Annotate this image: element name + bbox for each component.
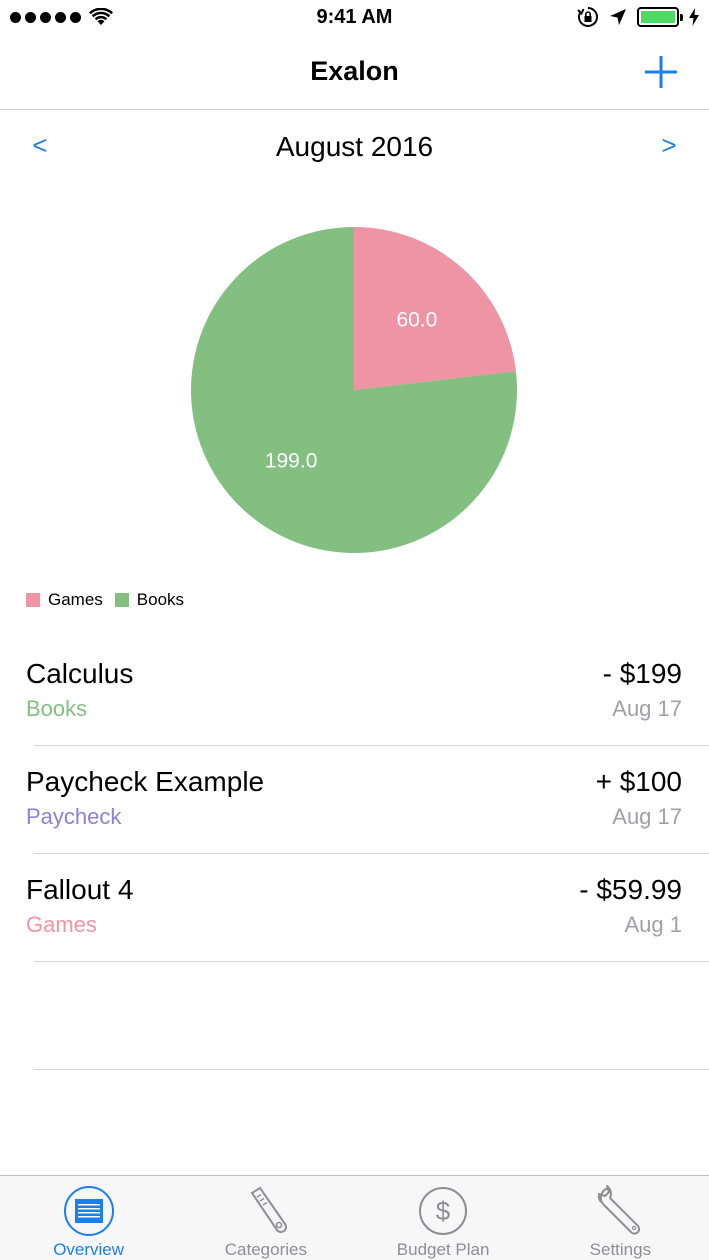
app-screen: 9:41 AM Exalon < August 2016 > 60.0 199.… [0, 0, 709, 1260]
legend-swatch [26, 593, 40, 607]
legend-label: Games [48, 590, 103, 609]
transaction-category: Paycheck [26, 804, 122, 829]
transaction-category: Games [26, 912, 97, 937]
location-arrow-icon [610, 9, 626, 25]
transaction-date: Aug 1 [624, 912, 683, 937]
pie-value-label: 60.0 [396, 308, 437, 331]
svg-text:$: $ [436, 1196, 451, 1226]
transaction-name: Paycheck Example [26, 766, 265, 797]
transaction-date: Aug 17 [612, 804, 682, 829]
tab-label: Budget Plan [396, 1240, 490, 1259]
transaction-date: Aug 17 [612, 696, 682, 721]
month-label: August 2016 [275, 131, 434, 162]
legend-item: Games [26, 590, 103, 610]
tag-icon [250, 1186, 287, 1233]
plus-icon [645, 56, 677, 88]
next-month-button[interactable]: > [649, 130, 689, 161]
transaction-row[interactable]: Calculus Books - $199 Aug 17 [0, 638, 709, 746]
tab-settings[interactable]: Settings [532, 1176, 709, 1260]
legend-label: Books [136, 590, 185, 609]
tab-overview[interactable]: Overview [0, 1176, 177, 1260]
transaction-amount: - $199 [602, 658, 682, 689]
empty-list-row [0, 1070, 709, 1178]
battery-level [641, 11, 675, 23]
status-bar: 9:41 AM [0, 0, 709, 36]
status-right [577, 6, 699, 28]
tab-label: Overview [53, 1240, 125, 1259]
transaction-amount: + $100 [595, 766, 682, 797]
rotation-lock-icon [577, 7, 598, 27]
battery-icon [637, 7, 683, 27]
tab-categories[interactable]: Categories [177, 1176, 354, 1260]
tab-bar: Overview Categories $ Budget Plan Settin… [0, 1175, 709, 1260]
pie-chart-svg: 60.0 199.0 [191, 227, 518, 553]
wrench-icon [598, 1185, 641, 1235]
transaction-list: Calculus Books - $199 Aug 17 Paycheck Exampl… [0, 638, 709, 1178]
transaction-amount: - $59.99 [579, 874, 682, 905]
tab-label: Settings [589, 1240, 652, 1259]
add-transaction-button[interactable] [641, 52, 681, 92]
overview-list-icon [63, 1186, 114, 1236]
transaction-name: Fallout 4 [26, 874, 134, 905]
spending-pie-chart: 60.0 199.0 [0, 200, 709, 580]
transaction-category: Books [26, 696, 88, 721]
legend-swatch [114, 593, 129, 607]
transaction-row[interactable]: Paycheck Example Paycheck + $100 Aug 17 [0, 746, 709, 854]
legend-item: Books [114, 590, 185, 610]
navigation-bar: Exalon [0, 36, 709, 110]
empty-list-row [0, 962, 709, 1070]
pie-value-label: 199.0 [265, 450, 318, 473]
dollar-circle-icon: $ [419, 1187, 468, 1235]
tab-budget-plan[interactable]: $ Budget Plan [355, 1176, 532, 1260]
month-selector: < August 2016 > [0, 128, 709, 172]
chart-legend: Games Books [26, 590, 184, 610]
page-title: Exalon [310, 56, 399, 86]
transaction-name: Calculus [26, 658, 134, 689]
tab-label: Categories [224, 1240, 307, 1259]
transaction-row[interactable]: Fallout 4 Games - $59.99 Aug 1 [0, 854, 709, 962]
charging-bolt-icon [689, 8, 699, 26]
